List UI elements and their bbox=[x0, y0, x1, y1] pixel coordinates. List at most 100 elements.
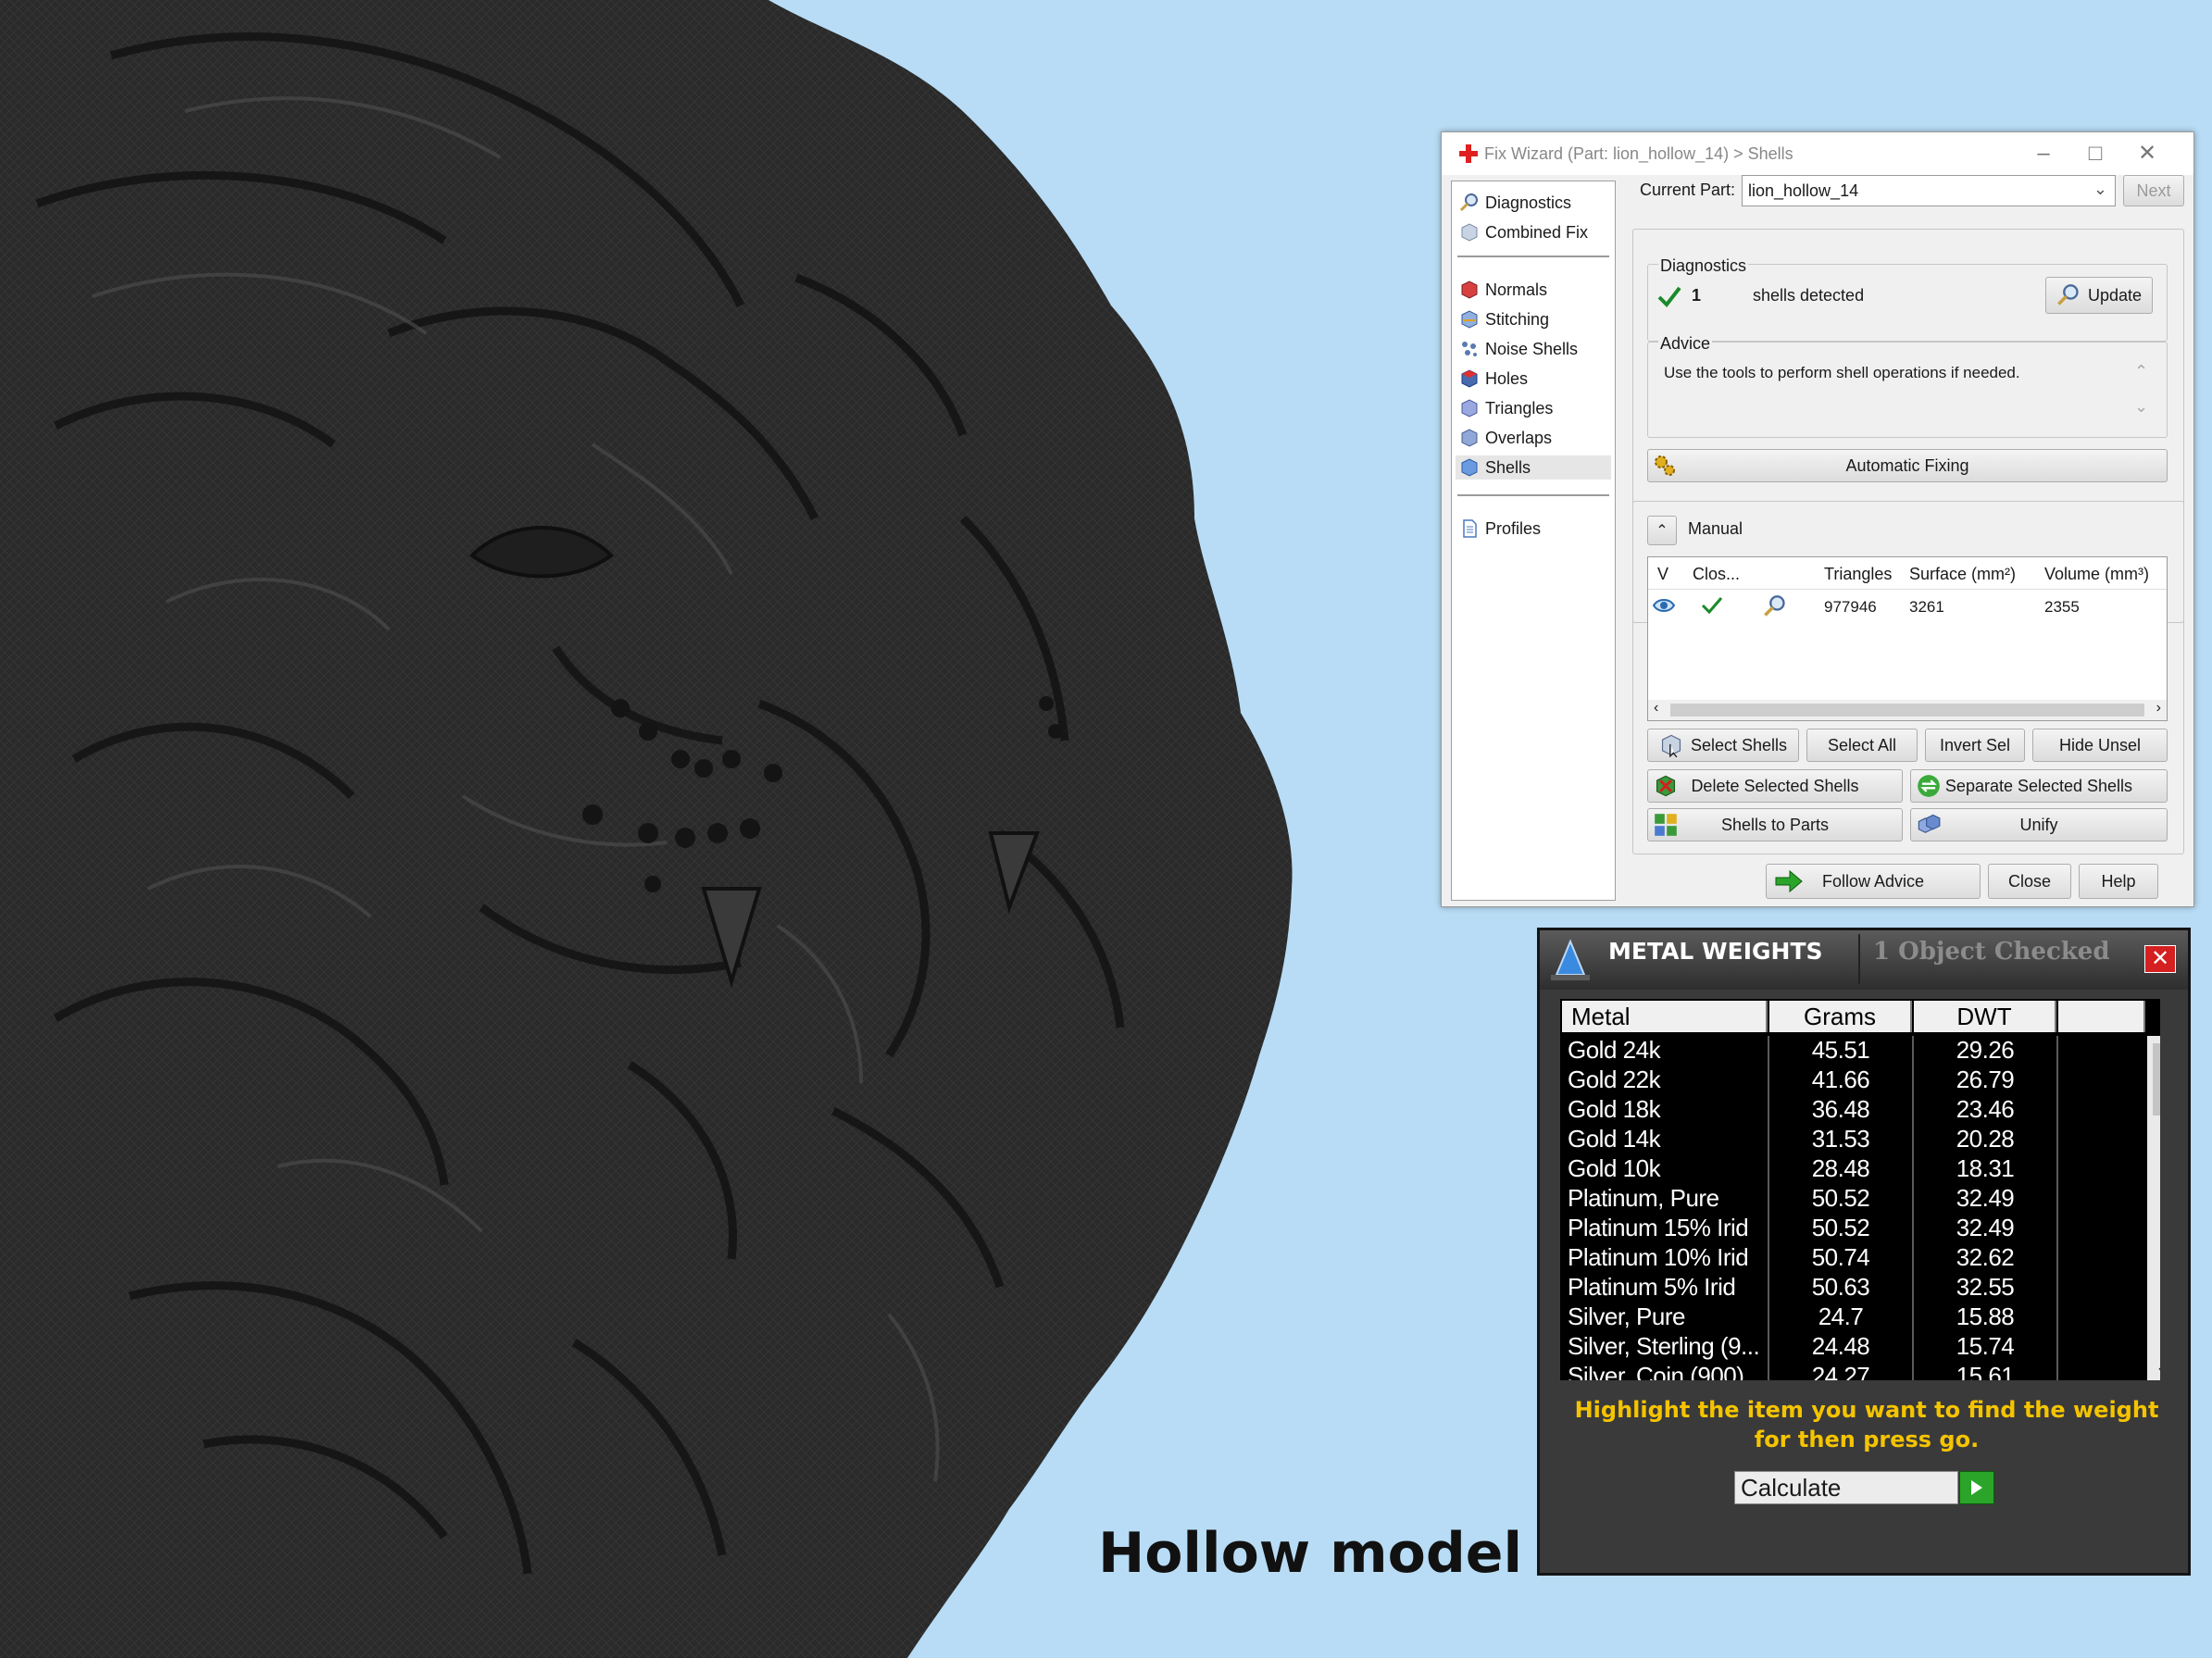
delete-selected-shells-label: Delete Selected Shells bbox=[1691, 776, 1859, 795]
cell-grams: 41.66 bbox=[1811, 1066, 1870, 1093]
nav-item-triangles[interactable]: Triangles bbox=[1459, 396, 1553, 420]
delete-selected-shells-button[interactable]: Delete Selected Shells bbox=[1647, 769, 1903, 803]
scrollbar-thumb[interactable] bbox=[1670, 704, 2144, 717]
unify-label: Unify bbox=[2019, 815, 2058, 834]
checkmark-icon bbox=[1657, 286, 1681, 308]
table-row[interactable]: Gold 24k 45.51 29.26 bbox=[1560, 1036, 2143, 1064]
hide-unselected-button[interactable]: Hide Unsel bbox=[2032, 729, 2168, 762]
scroll-down-icon[interactable]: ⌄ bbox=[2155, 1354, 2160, 1378]
shells-grid[interactable]: V Clos... Triangles Surface (mm²) Volume… bbox=[1647, 556, 2168, 721]
cell-dwt: 15.74 bbox=[1956, 1332, 2015, 1360]
col-grams[interactable]: Grams bbox=[1769, 1001, 1912, 1032]
nav-item-combined-fix[interactable]: Combined Fix bbox=[1459, 220, 1588, 244]
table-row[interactable]: Gold 22k 41.66 26.79 bbox=[1560, 1066, 2143, 1093]
nav-item-normals[interactable]: Normals bbox=[1459, 278, 1547, 302]
cell-dwt: 32.49 bbox=[1956, 1184, 2015, 1212]
table-row[interactable]: Platinum 5% Irid 50.63 32.55 bbox=[1560, 1273, 2143, 1301]
metal-weights-title: METAL WEIGHTS bbox=[1608, 938, 1823, 965]
noise-shells-icon bbox=[1462, 342, 1477, 356]
close-window-button[interactable]: ✕ bbox=[2129, 138, 2166, 169]
nav-item-holes[interactable]: Holes bbox=[1459, 367, 1528, 391]
table-row[interactable]: Platinum 10% Irid 50.74 32.62 bbox=[1560, 1243, 2143, 1271]
col-triangles[interactable]: Triangles bbox=[1824, 565, 1892, 584]
col-volume[interactable]: Volume (mm³) bbox=[2044, 565, 2149, 584]
nav-item-shells[interactable]: Shells bbox=[1456, 455, 1611, 480]
table-row[interactable]: Gold 18k 36.48 23.46 bbox=[1560, 1095, 2143, 1123]
objects-checked-status: 1 Object Checked bbox=[1873, 938, 2110, 966]
separate-selected-shells-button[interactable]: Separate Selected Shells bbox=[1910, 769, 2168, 803]
cell-surface: 3261 bbox=[1909, 598, 1944, 616]
scrollbar-thumb[interactable] bbox=[2153, 1043, 2160, 1116]
invert-selection-button[interactable]: Invert Sel bbox=[1925, 729, 2025, 762]
col-dwt[interactable]: DWT bbox=[1914, 1001, 2056, 1032]
table-row[interactable]: Silver, Sterling (9... 24.48 15.74 bbox=[1560, 1332, 2143, 1360]
close-button[interactable]: Close bbox=[1988, 864, 2071, 899]
maximize-button[interactable]: □ bbox=[2077, 138, 2114, 169]
table-row[interactable]: Platinum 15% Irid 50.52 32.49 bbox=[1560, 1214, 2143, 1241]
scroll-down-icon[interactable]: ⌄ bbox=[2134, 397, 2148, 417]
shells-to-parts-button[interactable]: Shells to Parts bbox=[1647, 808, 1903, 841]
col-closed[interactable]: Clos... bbox=[1693, 565, 1740, 584]
delete-cube-icon bbox=[1656, 775, 1676, 797]
scroll-right-icon[interactable]: › bbox=[2156, 700, 2161, 717]
select-all-button[interactable]: Select All bbox=[1806, 729, 1918, 762]
collapse-manual-button[interactable]: ⌃ bbox=[1647, 516, 1677, 545]
next-button[interactable]: Next bbox=[2123, 175, 2184, 206]
calculate-field[interactable]: Calculate bbox=[1734, 1471, 1958, 1504]
close-metal-weights-button[interactable]: ✕ bbox=[2144, 945, 2176, 973]
chevron-down-icon: ⌄ bbox=[2093, 180, 2107, 198]
cell-grams: 50.74 bbox=[1811, 1243, 1870, 1271]
vertical-scrollbar[interactable]: ⌄ bbox=[2147, 1036, 2160, 1380]
minimize-button[interactable]: – bbox=[2025, 138, 2062, 169]
cell-metal: Silver, Coin (900) bbox=[1568, 1362, 1744, 1380]
cell-metal: Gold 24k bbox=[1568, 1036, 1661, 1064]
col-surface[interactable]: Surface (mm²) bbox=[1909, 565, 2016, 584]
horizontal-scrollbar[interactable]: ‹ › bbox=[1648, 700, 2167, 720]
help-button[interactable]: Help bbox=[2079, 864, 2158, 899]
nav-item-diagnostics[interactable]: Diagnostics bbox=[1459, 191, 1571, 215]
col-metal[interactable]: Metal bbox=[1562, 1001, 1768, 1032]
scroll-up-icon[interactable]: ⌃ bbox=[2134, 362, 2148, 381]
normals-icon bbox=[1461, 280, 1478, 299]
window-title: Fix Wizard (Part: lion_hollow_14) > Shel… bbox=[1484, 144, 1793, 163]
close-icon: ✕ bbox=[2150, 946, 2170, 971]
current-part-select[interactable]: lion_hollow_14 ⌄ bbox=[1742, 175, 2116, 206]
cell-grams: 24.48 bbox=[1811, 1332, 1870, 1360]
nav-item-noise-shells[interactable]: Noise Shells bbox=[1459, 337, 1578, 361]
cell-grams: 36.48 bbox=[1811, 1095, 1870, 1123]
update-button[interactable]: Update bbox=[2045, 277, 2153, 314]
nav-item-stitching[interactable]: Stitching bbox=[1459, 307, 1549, 331]
nav-item-profiles[interactable]: Profiles bbox=[1459, 517, 1541, 541]
select-shells-button[interactable]: Select Shells bbox=[1647, 729, 1799, 762]
eye-icon[interactable] bbox=[1652, 596, 1676, 615]
cell-grams: 24.27 bbox=[1811, 1362, 1870, 1380]
cell-grams: 24.7 bbox=[1818, 1303, 1864, 1330]
table-row[interactable]: Platinum, Pure 50.52 32.49 bbox=[1560, 1184, 2143, 1212]
nav-label: Normals bbox=[1485, 280, 1548, 299]
automatic-fixing-button[interactable]: Automatic Fixing bbox=[1647, 449, 2168, 482]
cell-grams: 28.48 bbox=[1811, 1154, 1870, 1182]
table-row[interactable]: 977946 3261 2355 bbox=[1648, 592, 2167, 620]
follow-advice-button[interactable]: Follow Advice bbox=[1766, 864, 1981, 899]
nav-item-overlaps[interactable]: Overlaps bbox=[1459, 426, 1552, 450]
col-visible[interactable]: V bbox=[1657, 565, 1668, 584]
diagnostics-group-label: Diagnostics bbox=[1658, 256, 1749, 276]
document-icon bbox=[1463, 519, 1477, 538]
table-row[interactable]: Gold 10k 28.48 18.31 bbox=[1560, 1154, 2143, 1182]
scroll-left-icon[interactable]: ‹ bbox=[1654, 700, 1658, 717]
unify-button[interactable]: Unify bbox=[1910, 808, 2168, 841]
gears-icon bbox=[1655, 455, 1675, 476]
table-row[interactable]: Gold 14k 31.53 20.28 bbox=[1560, 1125, 2143, 1153]
fix-wizard-titlebar: Fix Wizard (Part: lion_hollow_14) > Shel… bbox=[1442, 132, 2193, 175]
nav-label: Holes bbox=[1485, 368, 1529, 388]
metal-weights-window: METAL WEIGHTS 1 Object Checked ✕ Metal G… bbox=[1537, 928, 2191, 1576]
nav-divider bbox=[1457, 494, 1609, 496]
manual-label: Manual bbox=[1688, 519, 1743, 538]
table-row[interactable]: Silver, Coin (900) 24.27 15.61 bbox=[1560, 1362, 2143, 1380]
cell-grams: 45.51 bbox=[1811, 1036, 1870, 1064]
table-row[interactable]: Silver, Pure 24.7 15.88 bbox=[1560, 1303, 2143, 1330]
magnifier-icon[interactable] bbox=[1763, 594, 1787, 618]
go-button[interactable] bbox=[1959, 1471, 1994, 1504]
lion-head-3d-model[interactable] bbox=[0, 0, 1315, 1658]
metal-weights-table[interactable]: Metal Grams DWT Gold 24k 45.51 29.26 Gold 2… bbox=[1560, 999, 2160, 1380]
